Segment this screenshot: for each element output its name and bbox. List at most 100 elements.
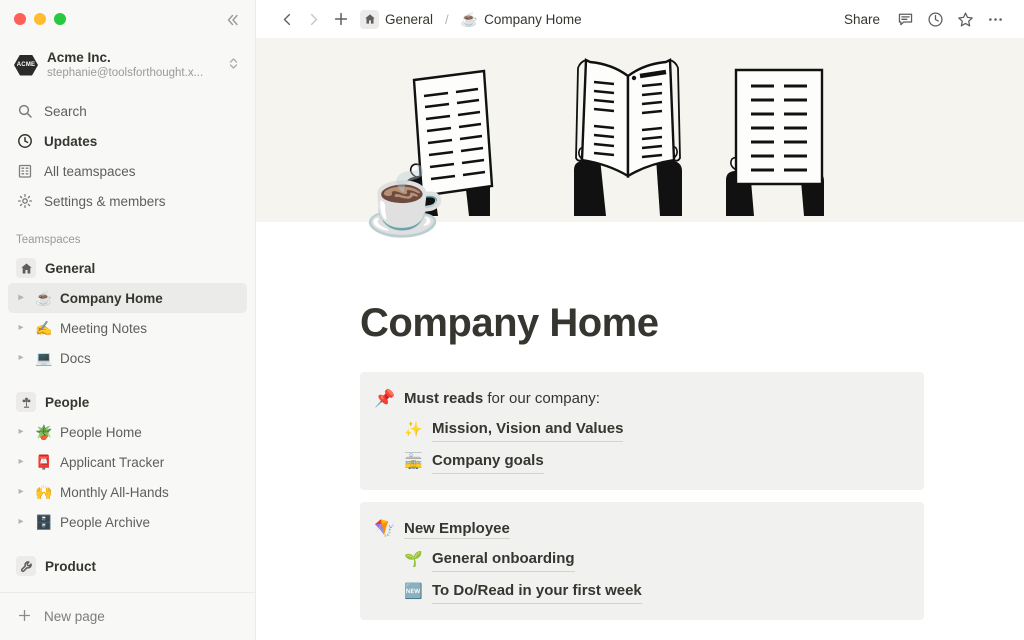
page-link-row[interactable]: 🆕 To Do/Read in your first week [404, 580, 908, 604]
clock-icon [16, 132, 34, 150]
callout-text: New Employee [404, 518, 510, 540]
page-title[interactable]: Company Home [360, 300, 924, 346]
sidebar-nav: Search Updates All teamspaces Settings &… [0, 92, 255, 216]
star-icon[interactable] [952, 6, 978, 32]
workspace-logo-icon: ACME [14, 53, 38, 77]
building-icon [16, 162, 34, 180]
chevron-right-icon[interactable]: ▸ [14, 517, 28, 527]
page-link-mission-vision-values[interactable]: Mission, Vision and Values [432, 418, 624, 442]
more-horizontal-icon[interactable] [982, 6, 1008, 32]
breadcrumb-teamspace[interactable]: General [385, 12, 433, 27]
callout-text-rest: for our company: [483, 390, 600, 407]
sidebar-item-label: Settings & members [44, 193, 166, 209]
teamspace-header-people[interactable]: People [8, 387, 247, 417]
sidebar-page-applicant-tracker[interactable]: ▸ 📮 Applicant Tracker [8, 447, 247, 477]
callout-text: Must reads for our company: [404, 388, 600, 410]
sidebar-page-people-home[interactable]: ▸ 🪴 People Home [8, 417, 247, 447]
sidebar-section-teamspaces: Teamspaces [16, 234, 81, 246]
callout-new-employee[interactable]: 🪁 New Employee 🌱 General onboarding 🆕 To… [360, 502, 924, 620]
sidebar-item-search[interactable]: Search [8, 96, 247, 126]
house-icon [16, 258, 36, 278]
content-column: Company Home 📌 Must reads for our compan… [360, 222, 924, 620]
teamspace-general: General ▸ ☕ Company Home ▸ ✍️ Meeting No… [0, 253, 255, 373]
page-link-company-goals[interactable]: Company goals [432, 450, 544, 474]
sidebar-page-monthly-all-hands[interactable]: ▸ 🙌 Monthly All-Hands [8, 477, 247, 507]
house-icon[interactable] [360, 9, 379, 29]
workspace-info: Acme Inc. stephanie@toolsforthought.x... [47, 50, 217, 81]
maximize-button[interactable] [54, 13, 66, 25]
sidebar-item-label: Search [44, 103, 87, 119]
page-link-row[interactable]: ✨ Mission, Vision and Values [404, 418, 908, 442]
workspace-name: Acme Inc. [47, 49, 111, 65]
chevron-right-icon[interactable]: ▸ [14, 457, 28, 467]
teamspace-product: Product [0, 551, 255, 581]
back-button[interactable] [274, 6, 300, 32]
callout-must-reads[interactable]: 📌 Must reads for our company: ✨ Mission,… [360, 372, 924, 490]
sidebar-page-company-home[interactable]: ▸ ☕ Company Home [8, 283, 247, 313]
page-emoji-icon: 🪴 [35, 424, 53, 440]
sidebar-page-label: Applicant Tracker [60, 454, 165, 470]
minimize-button[interactable] [34, 13, 46, 25]
sidebar-item-label: Updates [44, 133, 98, 149]
page-link-general-onboarding[interactable]: General onboarding [432, 548, 575, 572]
page-emoji-icon: 💻 [35, 350, 53, 366]
chevron-right-icon[interactable]: ▸ [14, 427, 28, 437]
teamspace-header-general[interactable]: General [8, 253, 247, 283]
sidebar-page-docs[interactable]: ▸ 💻 Docs [8, 343, 247, 373]
teamspace-name: People [45, 394, 90, 410]
page-emoji-icon: ✍️ [35, 320, 53, 336]
callout-header: 🪁 New Employee [374, 518, 908, 540]
teamspace-name: Product [45, 558, 97, 574]
workspace-email: stephanie@toolsforthought.x... [47, 66, 204, 79]
chevron-updown-icon[interactable] [226, 56, 239, 74]
tram-icon: 🚋 [404, 453, 423, 470]
pushpin-icon: 📌 [374, 389, 396, 408]
page-emoji-icon: ☕ [460, 11, 479, 27]
close-button[interactable] [14, 13, 26, 25]
new-page-label: New page [44, 609, 105, 624]
new-page-button[interactable]: New page [0, 592, 255, 640]
share-button[interactable]: Share [836, 8, 888, 31]
topbar: General / ☕ Company Home Share [256, 0, 1024, 38]
page-link-row[interactable]: 🚋 Company goals [404, 450, 908, 474]
sidebar-page-meeting-notes[interactable]: ▸ ✍️ Meeting Notes [8, 313, 247, 343]
page-emoji-icon: 📮 [35, 454, 53, 470]
page-emoji-icon: 🙌 [35, 484, 53, 500]
page-link-row[interactable]: 🌱 General onboarding [404, 548, 908, 572]
comment-icon[interactable] [892, 6, 918, 32]
app-window: ACME Acme Inc. stephanie@toolsforthought… [0, 0, 1024, 640]
page-link-to-do-read-first-week[interactable]: To Do/Read in your first week [432, 580, 642, 604]
kite-icon: 🪁 [374, 519, 396, 538]
sidebar-page-label: People Archive [60, 514, 151, 530]
search-icon [16, 102, 34, 120]
sidebar-item-all-teamspaces[interactable]: All teamspaces [8, 156, 247, 186]
teamspace-name: General [45, 260, 96, 276]
page-icon-emoji[interactable]: ☕ [364, 160, 446, 242]
sidebar-item-label: All teamspaces [44, 163, 136, 179]
forward-button[interactable] [300, 6, 326, 32]
sidebar: ACME Acme Inc. stephanie@toolsforthought… [0, 0, 256, 640]
page-link-new-employee[interactable]: New Employee [404, 520, 510, 539]
teamspace-header-product[interactable]: Product [8, 551, 247, 581]
sidebar-item-settings-members[interactable]: Settings & members [8, 186, 247, 216]
chevron-right-icon[interactable]: ▸ [14, 353, 28, 363]
sparkles-icon: ✨ [404, 421, 423, 438]
callout-text-bold: Must reads [404, 390, 484, 407]
chevrons-left-icon[interactable] [221, 9, 243, 31]
sidebar-item-updates[interactable]: Updates [8, 126, 247, 156]
gear-icon [16, 192, 34, 210]
workspace-switcher[interactable]: ACME Acme Inc. stephanie@toolsforthought… [8, 44, 247, 86]
new-tab-button[interactable] [328, 6, 354, 32]
breadcrumb-separator: / [445, 11, 449, 27]
chevron-right-icon[interactable]: ▸ [14, 487, 28, 497]
wrench-icon [16, 556, 36, 576]
breadcrumb-page[interactable]: Company Home [484, 12, 582, 27]
clock-history-icon[interactable] [922, 6, 948, 32]
sidebar-page-people-archive[interactable]: ▸ 🗄️ People Archive [8, 507, 247, 537]
chevron-right-icon[interactable]: ▸ [14, 293, 28, 303]
sidebar-page-label: People Home [60, 424, 142, 440]
chevron-right-icon[interactable]: ▸ [14, 323, 28, 333]
callout-header: 📌 Must reads for our company: [374, 388, 908, 410]
seedling-icon: 🌱 [404, 551, 423, 568]
topbar-actions: Share [836, 6, 1008, 32]
